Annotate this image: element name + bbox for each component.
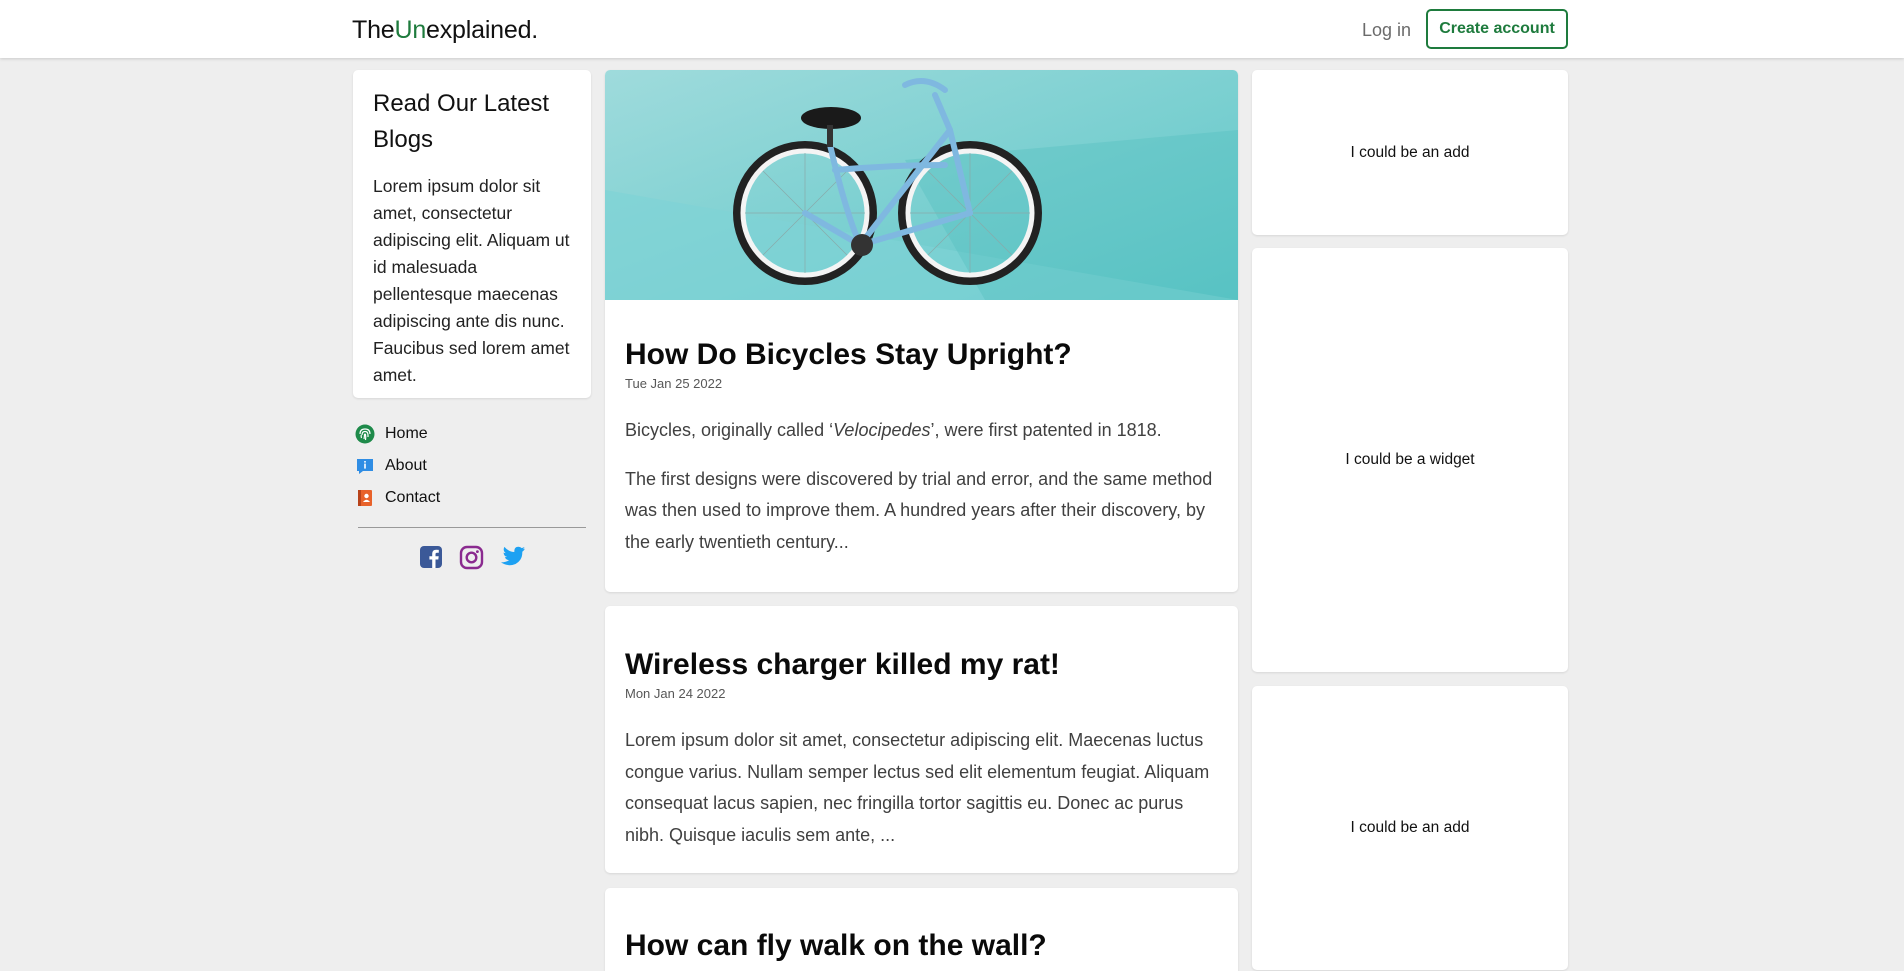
post-body: Wireless charger killed my rat! Mon Jan … bbox=[605, 645, 1238, 851]
post-paragraph: The first designs were discovered by tri… bbox=[625, 468, 1213, 552]
sidebar-item-label: About bbox=[385, 457, 427, 474]
sidebar-divider bbox=[358, 527, 586, 528]
logo-prefix: The bbox=[352, 16, 395, 44]
post-text: Bicycles, originally called ‘ bbox=[625, 420, 834, 440]
sidebar-item-home[interactable]: Home bbox=[355, 418, 595, 450]
sidebar-item-label: Home bbox=[385, 425, 428, 442]
info-icon bbox=[355, 456, 375, 476]
sidebar-item-about[interactable]: About bbox=[355, 450, 595, 482]
social-links bbox=[416, 543, 527, 571]
bicycle-image bbox=[605, 70, 1238, 300]
post-title[interactable]: How Do Bicycles Stay Upright? bbox=[625, 335, 1218, 375]
post-body: How Do Bicycles Stay Upright? Tue Jan 25… bbox=[605, 335, 1238, 558]
post-card[interactable]: How can fly walk on the wall? bbox=[605, 888, 1238, 971]
site-logo[interactable]: TheUnexplained. bbox=[352, 16, 538, 45]
post-card[interactable]: How Do Bicycles Stay Upright? Tue Jan 25… bbox=[605, 70, 1238, 592]
post-text: ’, were first patented in 1818. bbox=[930, 420, 1162, 440]
create-account-button[interactable]: Create account bbox=[1426, 9, 1568, 49]
logo-accent: Un bbox=[394, 16, 427, 44]
fingerprint-icon bbox=[355, 424, 375, 444]
top-navbar: TheUnexplained. Log in Create account bbox=[0, 0, 1904, 58]
post-title[interactable]: Wireless charger killed my rat! bbox=[625, 645, 1218, 685]
sidebar-nav: Home About Contact bbox=[355, 418, 595, 514]
contact-book-icon bbox=[355, 488, 375, 508]
post-date: Tue Jan 25 2022 bbox=[625, 376, 723, 391]
intro-title: Read Our Latest Blogs bbox=[373, 90, 550, 153]
sidebar-item-label: Contact bbox=[385, 489, 441, 506]
ad-widget: I could be an add bbox=[1252, 686, 1568, 970]
post-body: How can fly walk on the wall? bbox=[605, 926, 1238, 966]
post-title[interactable]: How can fly walk on the wall? bbox=[625, 926, 1218, 966]
intro-text: Lorem ipsum dolor sit amet, consectetur … bbox=[373, 176, 570, 385]
ad-widget: I could be an add bbox=[1252, 70, 1568, 235]
post-paragraph: Lorem ipsum dolor sit amet, consectetur … bbox=[625, 730, 1210, 845]
login-link[interactable]: Log in bbox=[1350, 18, 1423, 43]
widget-label: I could be an add bbox=[1350, 819, 1470, 836]
post-paragraph: Bicycles, originally called ‘Velocipedes… bbox=[625, 415, 1218, 447]
widget-label: I could be a widget bbox=[1345, 451, 1475, 468]
facebook-icon[interactable] bbox=[416, 543, 445, 571]
post-card[interactable]: Wireless charger killed my rat! Mon Jan … bbox=[605, 606, 1238, 873]
widget-placeholder: I could be a widget bbox=[1252, 248, 1568, 672]
intro-card: Read Our Latest Blogs Lorem ipsum dolor … bbox=[353, 70, 591, 398]
instagram-icon[interactable] bbox=[457, 543, 486, 571]
twitter-icon[interactable] bbox=[498, 543, 527, 571]
sidebar-item-contact[interactable]: Contact bbox=[355, 482, 595, 514]
post-text-emphasis: Velocipedes bbox=[833, 420, 931, 440]
widget-label: I could be an add bbox=[1350, 143, 1470, 161]
logo-suffix: explained. bbox=[426, 16, 539, 44]
post-date: Mon Jan 24 2022 bbox=[625, 686, 726, 701]
